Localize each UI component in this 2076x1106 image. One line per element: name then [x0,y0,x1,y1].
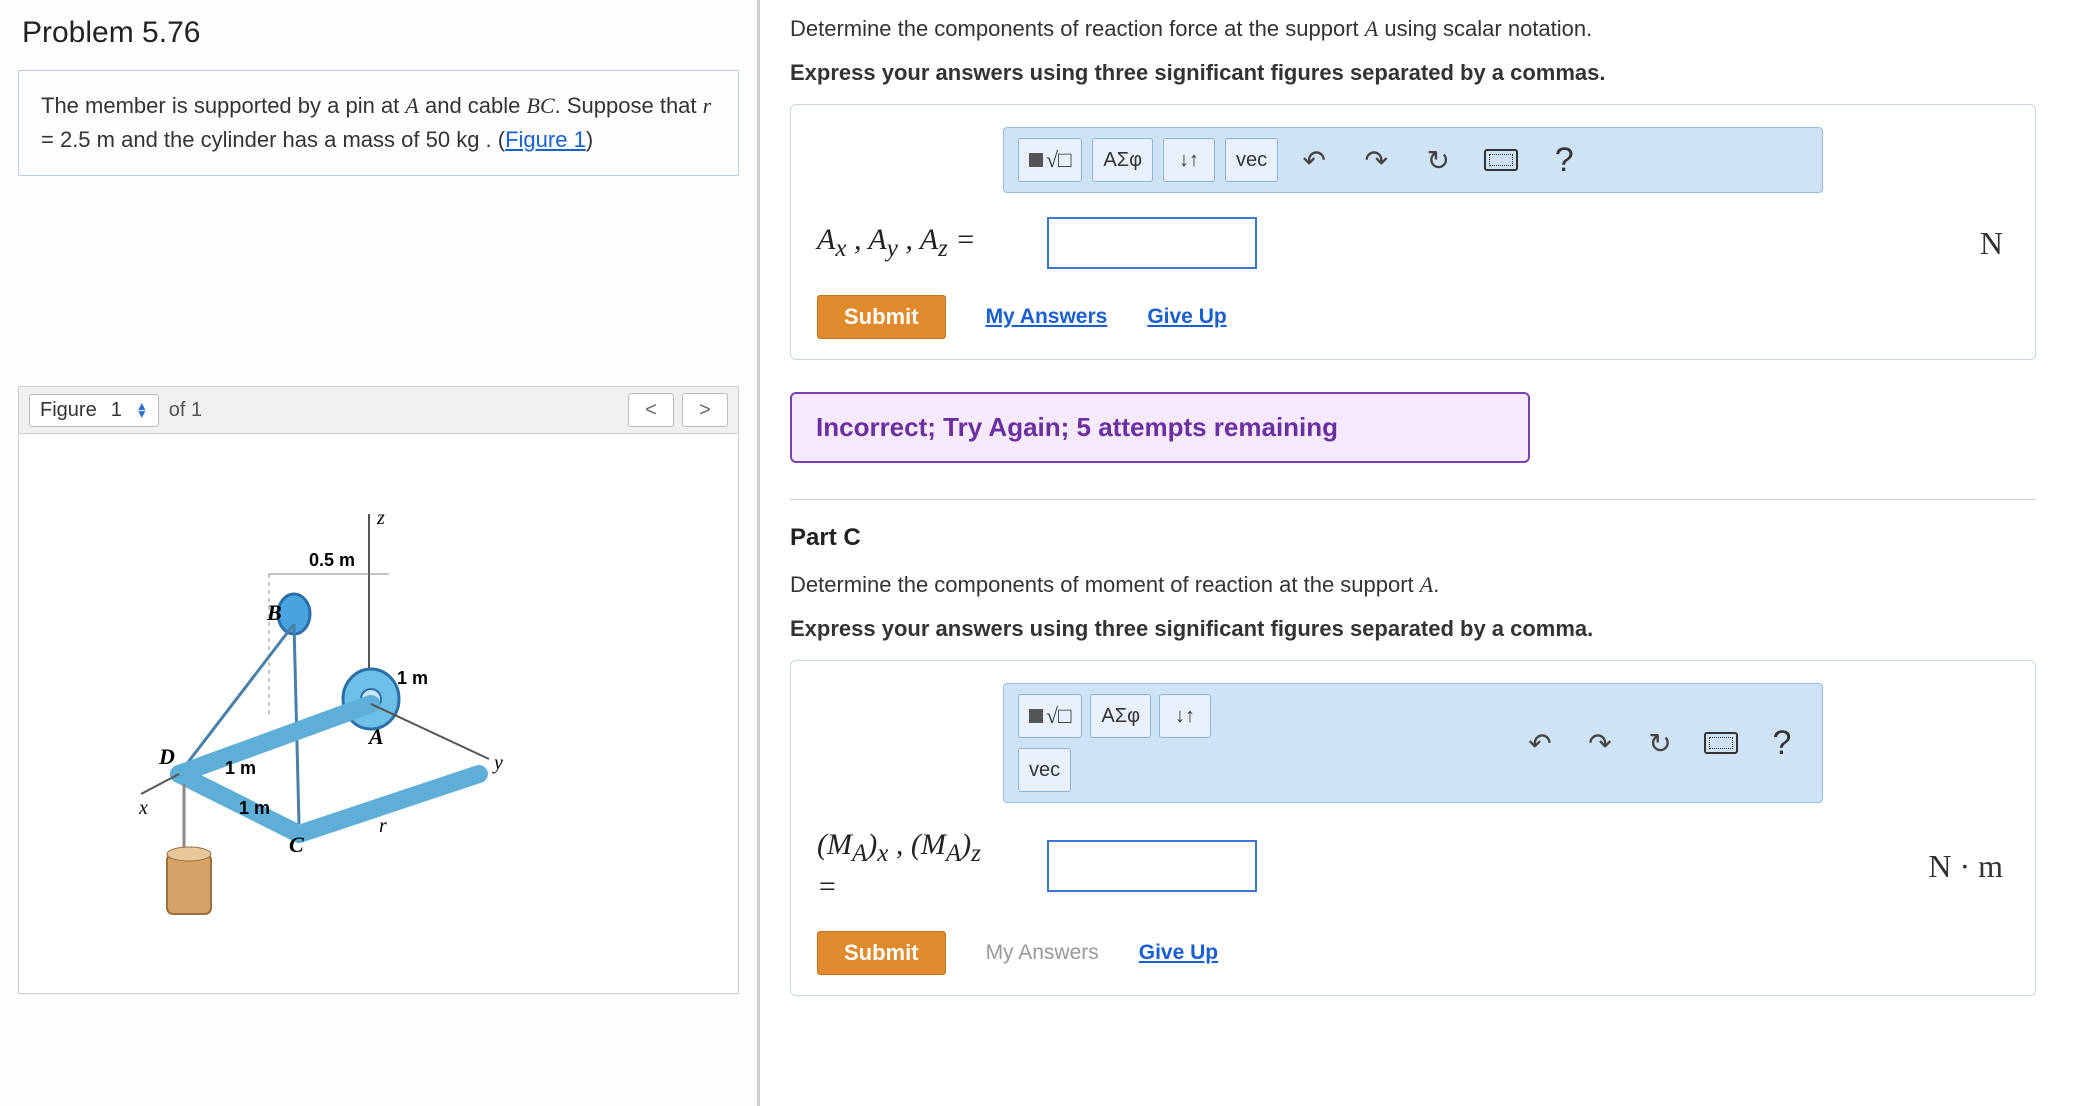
section-divider [790,499,2036,500]
prob-text: . Suppose that [555,93,703,118]
prob-text: and cable [419,93,527,118]
prob-text: . ( [479,127,505,152]
figure-toolbar: Figure 1 ▲▼ of 1 < > [18,386,739,434]
partb-submit-button[interactable]: Submit [817,295,946,339]
partb-instruction: Determine the components of reaction for… [790,16,2036,42]
partc-heading: Part C [790,524,2036,552]
support-a: A [1365,16,1378,41]
reset-button[interactable]: ↻ [1412,138,1464,182]
support-a: A [1420,572,1433,597]
svg-text:z: z [376,507,385,529]
svg-text:1 m: 1 m [239,798,270,818]
figure-of-label: of 1 [169,399,202,422]
prob-text: and the cylinder has a mass of [115,127,426,152]
prob-text: The member is supported by a pin at [41,93,405,118]
svg-text:0.5 m: 0.5 m [309,550,355,570]
keyboard-button[interactable] [1474,138,1528,182]
partb-give-up-link[interactable]: Give Up [1147,305,1226,329]
figure-selector[interactable]: Figure 1 ▲▼ [29,394,159,427]
partb-my-answers-link[interactable]: My Answers [986,305,1108,329]
r-var: r [703,93,712,118]
undo-button[interactable]: ↶ [1288,138,1340,182]
problem-statement: The member is supported by a pin at A an… [18,70,739,176]
equation-toolbar: √□ ΑΣφ ↓↑ vec ↶ ↷ ↻ ? [1003,683,1823,803]
prob-text: ) [586,127,593,152]
subscript-button[interactable]: ↓↑ [1163,138,1215,182]
partb-answer-input[interactable] [1047,217,1257,269]
partc-instruction: Determine the components of moment of re… [790,572,2036,598]
instr-text: Determine the components of reaction for… [790,16,1365,41]
mass-value: 50 kg [426,127,480,152]
vec-button[interactable]: vec [1018,748,1071,792]
figure-image: z 0.5 m B 1 m A D 1 m 1 m C r [18,434,739,994]
svg-text:1 m: 1 m [225,758,256,778]
figure-label: Figure [40,399,97,422]
greek-button[interactable]: ΑΣφ [1090,694,1151,738]
r-value: = 2.5 m [41,127,115,152]
instr-text: Determine the components of moment of re… [790,572,1420,597]
redo-button[interactable]: ↷ [1574,721,1626,765]
template-button[interactable]: √□ [1018,694,1082,738]
svg-text:x: x [139,797,148,819]
svg-text:A: A [367,724,384,749]
help-button[interactable]: ? [1538,138,1590,182]
figure-number: 1 [111,399,122,422]
template-button[interactable]: √□ [1018,138,1082,182]
instr-text: using scalar notation. [1378,16,1592,41]
figure-prev-button[interactable]: < [628,393,674,427]
cable-bc: BC [527,93,555,118]
partc-my-answers-link[interactable]: My Answers [986,941,1099,965]
partc-submit-button[interactable]: Submit [817,931,946,975]
partb-answer-box: √□ ΑΣφ ↓↑ vec ↶ ↷ ↻ ? Ax , Ay , Az = N S… [790,104,2036,360]
figure-next-button[interactable]: > [682,393,728,427]
reset-button[interactable]: ↻ [1634,721,1686,765]
subscript-button[interactable]: ↓↑ [1159,694,1211,738]
vec-button[interactable]: vec [1225,138,1278,182]
instr-text: . [1433,572,1439,597]
redo-button[interactable]: ↷ [1350,138,1402,182]
greek-button[interactable]: ΑΣφ [1092,138,1153,182]
svg-text:r: r [379,815,387,837]
partc-give-up-link[interactable]: Give Up [1139,941,1218,965]
help-button[interactable]: ? [1756,721,1808,765]
stepper-icon[interactable]: ▲▼ [136,402,148,418]
partc-instruction-bold: Express your answers using three signifi… [790,616,2036,642]
svg-text:y: y [492,752,503,774]
partb-instruction-bold: Express your answers using three signifi… [790,60,2036,86]
svg-text:C: C [289,832,304,857]
problem-title: Problem 5.76 [22,16,739,50]
partc-answer-label: (MA)x , (MA)z= [817,827,1027,905]
partb-answer-label: Ax , Ay , Az = [817,223,1027,263]
pin-a: A [405,93,418,118]
svg-text:1 m: 1 m [397,668,428,688]
undo-button[interactable]: ↶ [1514,721,1566,765]
keyboard-button[interactable] [1694,721,1748,765]
svg-text:D: D [158,744,175,769]
partc-answer-input[interactable] [1047,840,1257,892]
equation-toolbar: √□ ΑΣφ ↓↑ vec ↶ ↷ ↻ ? [1003,127,1823,193]
partb-unit: N [1980,225,2009,262]
figure-link[interactable]: Figure 1 [505,127,586,152]
partb-feedback: Incorrect; Try Again; 5 attempts remaini… [790,392,1530,463]
partc-unit: N · m [1928,848,2009,885]
partc-answer-box: √□ ΑΣφ ↓↑ vec ↶ ↷ ↻ ? (MA)x , ( [790,660,2036,996]
svg-text:B: B [266,600,282,625]
